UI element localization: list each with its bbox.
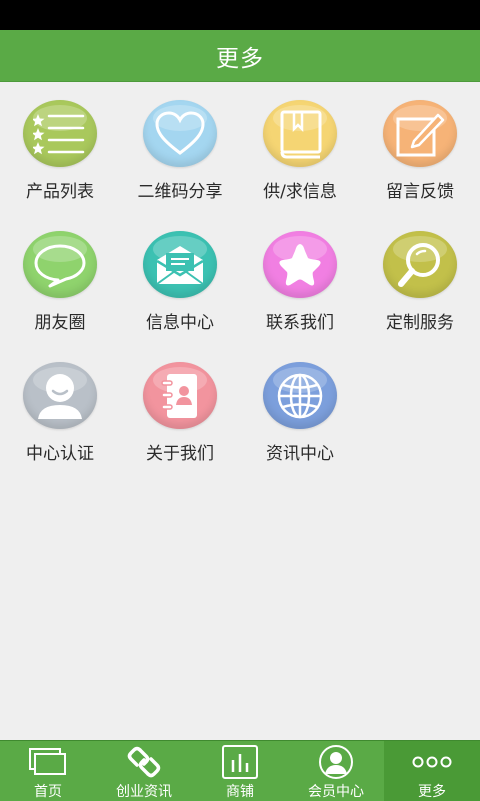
grid-item-news-center[interactable]: 资讯中心	[240, 344, 360, 464]
contact-book-icon	[143, 362, 217, 429]
grid-item-label: 产品列表	[26, 182, 94, 202]
bottom-tab-bar: 首页 创业资讯 商铺 会员中心 更多	[0, 740, 480, 801]
grid-item-label: 联系我们	[266, 313, 334, 333]
grid-item-label: 定制服务	[386, 313, 454, 333]
magnifier-icon	[383, 231, 457, 298]
tab-member-center[interactable]: 会员中心	[288, 741, 384, 801]
envelope-icon	[143, 231, 217, 298]
title-bar: 更多	[0, 30, 480, 82]
tab-shop[interactable]: 商铺	[192, 741, 288, 801]
edit-icon	[383, 100, 457, 167]
grid-item-label: 信息中心	[146, 313, 214, 333]
heart-icon	[143, 100, 217, 167]
member-icon	[317, 744, 355, 780]
grid-item-label: 二维码分享	[137, 182, 223, 202]
grid-item-label: 留言反馈	[386, 182, 454, 202]
grid-item-label: 关于我们	[146, 444, 214, 464]
grid-item-feedback[interactable]: 留言反馈	[360, 82, 480, 202]
home-windows-icon	[28, 744, 68, 780]
tab-label: 创业资讯	[116, 784, 172, 800]
bar-chart-icon	[221, 744, 259, 780]
link-icon	[126, 744, 162, 780]
grid-item-label: 资讯中心	[266, 444, 334, 464]
star-icon	[263, 231, 337, 298]
chat-bubble-icon	[23, 231, 97, 298]
grid-item-message-center[interactable]: 信息中心	[120, 213, 240, 333]
tab-label: 会员中心	[308, 784, 364, 800]
page-title: 更多	[216, 45, 264, 72]
grid-item-certification[interactable]: 中心认证	[0, 344, 120, 464]
tab-startup-news[interactable]: 创业资讯	[96, 741, 192, 801]
grid-item-contact-us[interactable]: 联系我们	[240, 213, 360, 333]
grid-item-supply-demand[interactable]: 供/求信息	[240, 82, 360, 202]
tab-more[interactable]: 更多	[384, 741, 480, 801]
status-bar	[0, 0, 480, 30]
grid-item-label: 中心认证	[26, 444, 94, 464]
grid-item-product-list[interactable]: 产品列表	[0, 82, 120, 202]
tab-label: 更多	[418, 784, 446, 800]
tab-label: 商铺	[226, 784, 254, 800]
grid-item-label: 供/求信息	[263, 182, 337, 202]
grid-item-label: 朋友圈	[34, 313, 86, 333]
list-icon	[23, 100, 97, 167]
tab-home[interactable]: 首页	[0, 741, 96, 801]
globe-icon	[263, 362, 337, 429]
more-dots-icon	[412, 744, 452, 780]
book-icon	[263, 100, 337, 167]
grid-item-about-us[interactable]: 关于我们	[120, 344, 240, 464]
user-icon	[23, 362, 97, 429]
grid-item-custom-service[interactable]: 定制服务	[360, 213, 480, 333]
tab-label: 首页	[34, 784, 62, 800]
grid-item-qrcode-share[interactable]: 二维码分享	[120, 82, 240, 202]
grid-item-friends-circle[interactable]: 朋友圈	[0, 213, 120, 333]
